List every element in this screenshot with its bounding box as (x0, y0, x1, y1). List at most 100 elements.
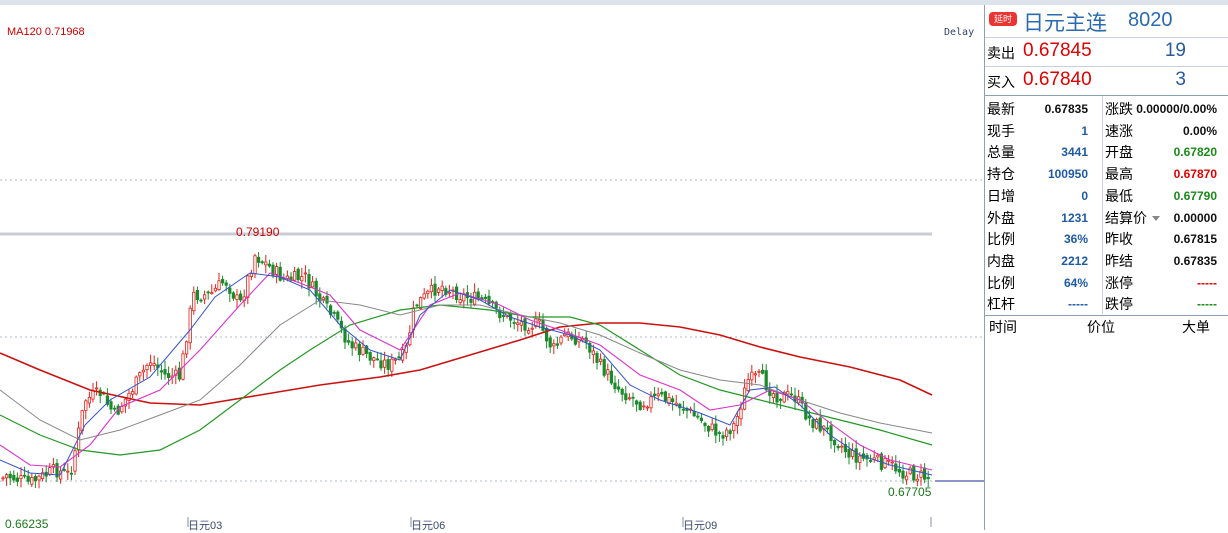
candle-body[interactable] (552, 343, 556, 347)
candle-body[interactable] (851, 450, 855, 457)
candle-body[interactable] (696, 415, 700, 418)
candle-body[interactable] (246, 275, 250, 298)
candle-body[interactable] (84, 400, 88, 411)
candle-body[interactable] (548, 337, 552, 348)
candle-body[interactable] (807, 415, 812, 419)
candle-body[interactable] (357, 343, 362, 355)
candle-body[interactable] (739, 408, 743, 420)
candle-body[interactable] (346, 340, 351, 343)
candle-body[interactable] (771, 393, 776, 398)
candle-body[interactable] (390, 358, 394, 372)
candle-body[interactable] (145, 364, 149, 371)
candle-body[interactable] (343, 328, 347, 343)
candle-body[interactable] (894, 463, 898, 472)
candle-body[interactable] (523, 318, 527, 331)
candle-body[interactable] (671, 398, 675, 403)
candle-body[interactable] (595, 353, 599, 363)
candle-body[interactable] (545, 327, 549, 342)
candle-body[interactable] (599, 358, 603, 362)
candle-body[interactable] (642, 405, 646, 408)
candle-body[interactable] (228, 287, 232, 294)
candle-body[interactable] (559, 336, 563, 344)
candle-body[interactable] (660, 391, 664, 395)
candle-body[interactable] (249, 273, 253, 277)
candle-body[interactable] (292, 271, 297, 281)
candle-body[interactable] (926, 476, 930, 480)
candle-body[interactable] (397, 356, 401, 359)
candle-body[interactable] (321, 297, 326, 300)
candle-body[interactable] (120, 406, 124, 413)
candle-body[interactable] (256, 256, 261, 263)
candle-body[interactable] (750, 371, 754, 381)
candle-body[interactable] (95, 387, 99, 390)
candle-body[interactable] (483, 296, 488, 299)
candle-body[interactable] (87, 396, 91, 404)
candle-body[interactable] (379, 360, 383, 369)
candle-body[interactable] (915, 478, 920, 482)
candle-body[interactable] (66, 470, 70, 473)
candle-body[interactable] (361, 346, 365, 355)
candle-body[interactable] (602, 359, 606, 376)
candle-body[interactable] (761, 369, 765, 374)
candle-body[interactable] (725, 429, 729, 437)
candle-body[interactable] (530, 327, 534, 330)
candle-body[interactable] (786, 391, 790, 395)
candle-body[interactable] (152, 363, 156, 367)
candle-body[interactable] (887, 459, 891, 462)
candle-body[interactable] (210, 292, 214, 294)
candle-body[interactable] (527, 330, 531, 334)
candle-body[interactable] (836, 445, 840, 449)
candle-body[interactable] (447, 291, 452, 294)
candle-body[interactable] (714, 423, 718, 436)
candle-body[interactable] (681, 408, 686, 411)
candle-body[interactable] (854, 448, 858, 463)
candle-body[interactable] (19, 475, 23, 480)
candle-body[interactable] (789, 393, 794, 396)
candle-body[interactable] (440, 285, 444, 291)
candle-body[interactable] (217, 280, 221, 291)
candle-body[interactable] (674, 402, 678, 405)
candle-body[interactable] (757, 370, 761, 373)
candle-body[interactable] (91, 390, 95, 400)
candle-body[interactable] (717, 432, 722, 434)
candle-body[interactable] (537, 319, 542, 322)
candle-body[interactable] (732, 423, 736, 432)
candle-body[interactable] (37, 475, 41, 481)
candle-body[interactable] (336, 311, 340, 320)
candle-body[interactable] (631, 396, 635, 399)
candle-body[interactable] (415, 304, 419, 307)
candle-body[interactable] (606, 369, 610, 375)
candle-body[interactable] (231, 292, 235, 299)
candle-body[interactable] (890, 461, 894, 464)
candle-body[interactable] (811, 419, 815, 429)
candle-body[interactable] (138, 372, 142, 377)
candle-body[interactable] (264, 261, 268, 266)
candle-body[interactable] (393, 358, 398, 361)
candle-body[interactable] (192, 291, 196, 312)
candle-body[interactable] (22, 474, 27, 477)
kline-chart[interactable]: MA120 0.71968 Delay 0.79190 0.67705 0.66… (0, 5, 985, 532)
candle-body[interactable] (278, 266, 282, 281)
kline-chart-canvas[interactable] (0, 5, 984, 530)
candle-body[interactable] (429, 284, 434, 293)
candle-body[interactable] (206, 291, 210, 294)
candle-body[interactable] (775, 392, 779, 403)
candle-body[interactable] (386, 359, 390, 370)
candle-body[interactable] (296, 268, 300, 281)
chevron-down-icon[interactable] (1152, 215, 1160, 221)
candle-body[interactable] (858, 455, 862, 463)
candle-body[interactable] (30, 477, 34, 485)
candle-body[interactable] (436, 288, 441, 293)
candle-body[interactable] (512, 322, 516, 324)
candle-body[interactable] (653, 393, 657, 396)
candle-body[interactable] (454, 286, 459, 300)
candle-body[interactable] (613, 382, 617, 390)
candle-body[interactable] (300, 276, 304, 282)
candle-body[interactable] (267, 263, 272, 267)
candle-body[interactable] (238, 293, 243, 301)
candle-body[interactable] (224, 282, 228, 286)
candle-body[interactable] (274, 266, 279, 275)
candle-body[interactable] (368, 352, 372, 361)
candle-body[interactable] (825, 427, 830, 430)
candle-body[interactable] (113, 407, 117, 410)
